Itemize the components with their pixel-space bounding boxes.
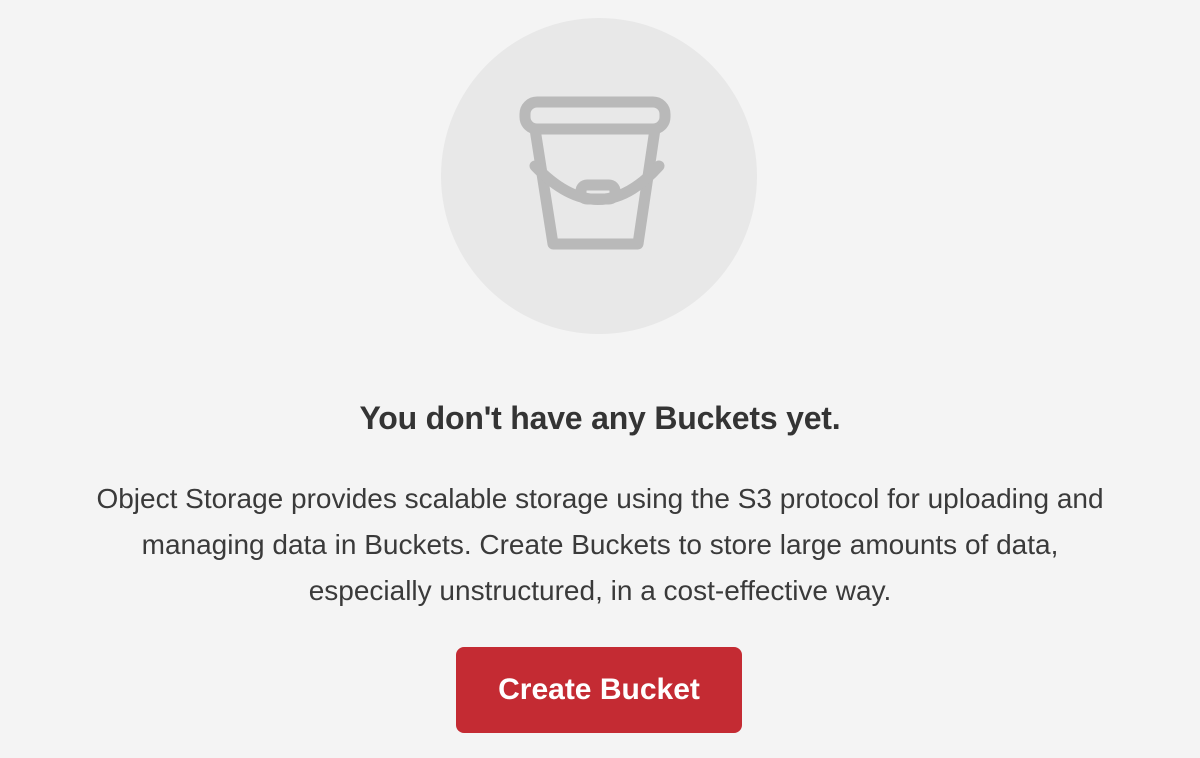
- description-line: especially unstructured, in a cost-effec…: [308, 575, 892, 606]
- bucket-handle-grip: [575, 179, 621, 205]
- empty-state: You don't have any Buckets yet. Object S…: [0, 0, 1200, 758]
- empty-state-illustration: [441, 18, 757, 334]
- bucket-icon: [519, 96, 671, 250]
- empty-state-description: Object Storage provides scalable storage…: [0, 476, 1200, 614]
- empty-state-heading: You don't have any Buckets yet.: [359, 400, 841, 436]
- bucket-rim: [519, 96, 671, 135]
- description-line: managing data in Buckets. Create Buckets…: [141, 529, 1059, 560]
- description-line: Object Storage provides scalable storage…: [96, 483, 1104, 514]
- create-bucket-button[interactable]: Create Bucket: [456, 647, 742, 733]
